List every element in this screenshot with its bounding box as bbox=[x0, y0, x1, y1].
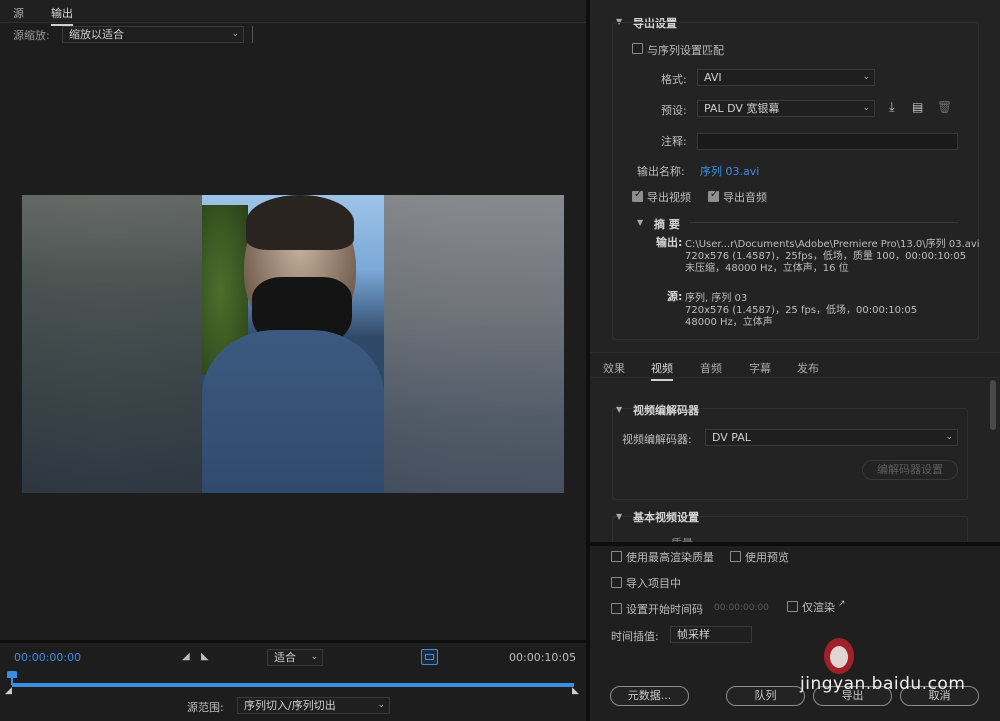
export-audio-checkbox[interactable] bbox=[708, 189, 719, 202]
fit-dropdown[interactable]: 适合 ⌄ bbox=[267, 649, 323, 666]
summary-collapse-icon[interactable]: ▼ bbox=[637, 218, 643, 227]
set-start-timecode-label: 设置开始时间码 bbox=[626, 603, 703, 616]
settings-tab-bar: 效果 视频 音频 字幕 发布 bbox=[590, 352, 1000, 381]
import-into-project-checkbox[interactable] bbox=[611, 577, 622, 588]
source-scale-value: 缩放以适合 bbox=[69, 28, 124, 41]
match-sequence-checkbox[interactable] bbox=[632, 43, 643, 54]
fit-value: 适合 bbox=[274, 651, 296, 664]
comments-label: 注释: bbox=[661, 135, 687, 148]
tab-audio[interactable]: 音频 bbox=[700, 360, 722, 376]
current-timecode[interactable]: 00:00:00:00 bbox=[14, 651, 81, 664]
max-render-quality-label: 使用最高渲染质量 bbox=[626, 551, 714, 564]
source-scale-label: 源缩放: bbox=[13, 29, 50, 42]
chevron-down-icon: ⌄ bbox=[231, 29, 239, 39]
metadata-button[interactable]: 元数据... bbox=[610, 686, 689, 706]
video-codec-value: DV PAL bbox=[712, 431, 751, 444]
mark-out-icon[interactable]: ◣ bbox=[201, 651, 209, 662]
comments-input[interactable] bbox=[697, 133, 958, 150]
export-video-label: 导出视频 bbox=[647, 191, 691, 204]
export-audio-label: 导出音频 bbox=[723, 191, 767, 204]
person-shirt bbox=[202, 330, 384, 493]
video-codec-dropdown[interactable]: DV PAL ⌄ bbox=[705, 429, 958, 446]
use-previews-label: 使用预览 bbox=[745, 551, 789, 564]
tab-source[interactable]: 源 bbox=[13, 5, 24, 21]
export-video-checkbox[interactable] bbox=[632, 189, 643, 202]
video-codec-collapse-icon[interactable]: ▼ bbox=[616, 405, 622, 414]
time-interpolation-value: 帧采样 bbox=[677, 628, 710, 641]
queue-button[interactable]: 队列 bbox=[726, 686, 805, 706]
render-alpha-only-label: 仅渲染 bbox=[802, 601, 835, 614]
chevron-down-icon: ⌄ bbox=[862, 72, 870, 82]
summary-output-line3: 未压缩，48000 Hz，立体声，16 位 bbox=[685, 263, 849, 274]
time-interpolation-dropdown[interactable]: 帧采样 bbox=[670, 626, 752, 643]
playhead-marker bbox=[7, 671, 17, 678]
format-value: AVI bbox=[704, 71, 722, 84]
basic-video-collapse-icon[interactable]: ▼ bbox=[616, 512, 622, 521]
chevron-down-icon: ⌄ bbox=[945, 432, 953, 442]
set-start-timecode-checkbox[interactable] bbox=[611, 603, 622, 614]
video-frame bbox=[202, 195, 384, 493]
mark-in-icon[interactable]: ◢ bbox=[182, 651, 190, 662]
duration-timecode: 00:00:10:05 bbox=[509, 651, 577, 664]
tab-effects[interactable]: 效果 bbox=[603, 360, 625, 376]
import-preset-icon[interactable]: ▤ bbox=[912, 100, 923, 114]
match-sequence-label: 与序列设置匹配 bbox=[647, 44, 724, 57]
output-name-link[interactable]: 序列 03.avi bbox=[700, 163, 759, 179]
panel-divider bbox=[0, 640, 586, 643]
video-codec-title: 视频编解码器 bbox=[633, 404, 699, 417]
start-timecode-value: 00:00:00:00 bbox=[714, 603, 769, 613]
aspect-correction-icon[interactable] bbox=[421, 649, 438, 665]
summary-source-label: 源: bbox=[667, 290, 683, 303]
source-output-panel: 源 输出 源缩放: 缩放以适合 ⌄ 00:00:00:00 ◢ ◣ 适合 ⌄ 0… bbox=[0, 0, 586, 721]
preset-label: 预设: bbox=[661, 104, 687, 117]
save-preset-icon[interactable]: ⤓ bbox=[889, 100, 895, 115]
video-preview bbox=[22, 195, 564, 493]
max-render-quality-checkbox[interactable] bbox=[611, 551, 622, 562]
summary-title: 摘 要 bbox=[654, 218, 680, 231]
person-hair bbox=[246, 195, 354, 250]
aspect-correction-glyph bbox=[425, 654, 434, 660]
chevron-down-icon: ⌄ bbox=[862, 103, 870, 113]
panel-tab-bar: 源 输出 bbox=[0, 0, 586, 26]
tab-video[interactable]: 视频 bbox=[651, 360, 673, 381]
source-scale-dropdown[interactable]: 缩放以适合 ⌄ bbox=[62, 26, 244, 43]
source-range-dropdown[interactable]: 序列切入/序列切出 ⌄ bbox=[237, 697, 390, 714]
chevron-down-icon: ⌄ bbox=[377, 700, 385, 710]
video-codec-label: 视频编解码器: bbox=[622, 433, 692, 446]
chevron-down-icon: ⌄ bbox=[310, 652, 318, 662]
format-dropdown[interactable]: AVI ⌄ bbox=[697, 69, 875, 86]
render-alpha-only-checkbox[interactable] bbox=[787, 601, 798, 612]
alpha-link-icon: ↗ bbox=[838, 599, 846, 609]
video-codec-section bbox=[612, 408, 968, 500]
basic-video-title: 基本视频设置 bbox=[633, 511, 699, 524]
export-settings-panel: ▼ 导出设置 与序列设置匹配 格式: AVI ⌄ 预设: PAL DV 宽银幕 … bbox=[590, 0, 1000, 721]
watermark-logo-white bbox=[830, 646, 848, 668]
use-previews-checkbox[interactable] bbox=[730, 551, 741, 562]
source-range-label: 源范围: bbox=[187, 701, 224, 714]
source-range-value: 序列切入/序列切出 bbox=[244, 699, 336, 712]
tab-captions[interactable]: 字幕 bbox=[749, 360, 771, 376]
format-label: 格式: bbox=[661, 73, 687, 86]
blur-left-overlay bbox=[22, 195, 202, 493]
in-point-handle-icon[interactable]: ◢ bbox=[5, 686, 12, 696]
output-name-label: 输出名称: bbox=[637, 165, 685, 178]
time-interpolation-label: 时间插值: bbox=[611, 630, 659, 643]
tab-publish[interactable]: 发布 bbox=[797, 360, 819, 376]
summary-divider bbox=[690, 222, 958, 223]
toolbar-divider bbox=[252, 26, 253, 43]
preset-dropdown[interactable]: PAL DV 宽银幕 ⌄ bbox=[697, 100, 875, 117]
preset-value: PAL DV 宽银幕 bbox=[704, 102, 780, 115]
out-point-handle-icon[interactable]: ◣ bbox=[572, 686, 579, 696]
timeline-track[interactable] bbox=[12, 683, 574, 687]
bottom-options-area: 使用最高渲染质量 使用预览 导入项目中 设置开始时间码 00:00:00:00 … bbox=[590, 546, 1000, 721]
import-into-project-label: 导入项目中 bbox=[626, 577, 681, 590]
summary-output-label: 输出: bbox=[656, 236, 683, 249]
summary-source-line3: 48000 Hz，立体声 bbox=[685, 317, 773, 328]
blur-right-overlay bbox=[384, 195, 564, 493]
delete-preset-icon[interactable]: 🗑 bbox=[937, 100, 952, 114]
watermark-text: jingyan.baidu.com bbox=[800, 674, 966, 694]
settings-scrollbar[interactable] bbox=[990, 380, 996, 430]
tab-output[interactable]: 输出 bbox=[51, 5, 73, 26]
codec-settings-button: 编解码器设置 bbox=[862, 460, 958, 480]
